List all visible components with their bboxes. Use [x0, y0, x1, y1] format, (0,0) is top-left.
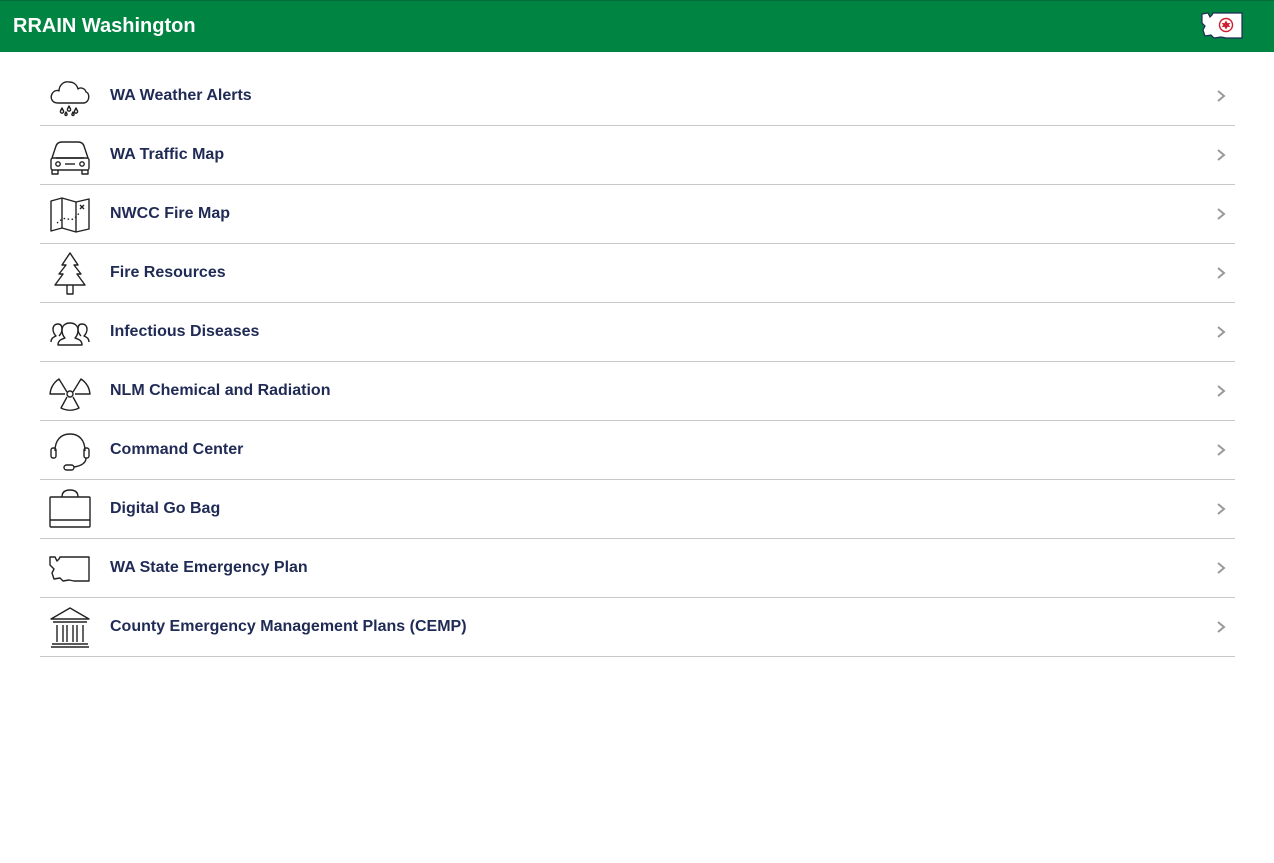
radiation-icon: [48, 370, 92, 414]
menu-item-wa-traffic-map[interactable]: WA Traffic Map: [40, 126, 1235, 185]
chevron-right-icon: [1217, 621, 1226, 633]
menu-item-label: Fire Resources: [110, 264, 226, 281]
app-title: RRAIN Washington: [13, 15, 196, 37]
chevron-right-icon: [1217, 562, 1226, 574]
resource-menu: WA Weather Alerts WA Traffic Map NWCC Fi…: [40, 67, 1235, 657]
menu-item-label: County Emergency Management Plans (CEMP): [110, 618, 467, 635]
menu-item-label: WA State Emergency Plan: [110, 559, 308, 576]
menu-item-command-center[interactable]: Command Center: [40, 421, 1235, 480]
car-icon: [48, 134, 92, 178]
menu-item-label: NLM Chemical and Radiation: [110, 382, 331, 399]
pine-tree-icon: [48, 252, 92, 296]
chevron-right-icon: [1217, 385, 1226, 397]
menu-item-wa-state-emergency-plan[interactable]: WA State Emergency Plan: [40, 539, 1235, 598]
menu-item-wa-weather-alerts[interactable]: WA Weather Alerts: [40, 67, 1235, 126]
chevron-right-icon: [1217, 503, 1226, 515]
menu-item-fire-resources[interactable]: Fire Resources: [40, 244, 1235, 303]
app-header: RRAIN Washington: [0, 0, 1274, 52]
menu-item-label: NWCC Fire Map: [110, 205, 230, 222]
menu-item-nwcc-fire-map[interactable]: NWCC Fire Map: [40, 185, 1235, 244]
people-group-icon: [48, 311, 92, 355]
washington-state-outline-icon: [48, 547, 92, 591]
menu-item-label: WA Weather Alerts: [110, 87, 252, 104]
menu-item-nlm-chemical-and-radiation[interactable]: NLM Chemical and Radiation: [40, 362, 1235, 421]
headset-icon: [48, 429, 92, 473]
washington-state-logo-icon[interactable]: [1199, 10, 1245, 42]
chevron-right-icon: [1217, 444, 1226, 456]
chevron-right-icon: [1217, 326, 1226, 338]
government-building-icon: [48, 606, 92, 650]
menu-item-label: Infectious Diseases: [110, 323, 260, 340]
menu-item-label: Digital Go Bag: [110, 500, 221, 517]
rain-cloud-icon: [48, 75, 92, 119]
chevron-right-icon: [1217, 267, 1226, 279]
menu-item-infectious-diseases[interactable]: Infectious Diseases: [40, 303, 1235, 362]
chevron-right-icon: [1217, 90, 1226, 102]
chevron-right-icon: [1217, 149, 1226, 161]
chevron-right-icon: [1217, 208, 1226, 220]
bag-icon: [48, 488, 92, 532]
folded-map-icon: [48, 193, 92, 237]
menu-item-label: WA Traffic Map: [110, 146, 225, 163]
menu-item-label: Command Center: [110, 441, 244, 458]
menu-item-digital-go-bag[interactable]: Digital Go Bag: [40, 480, 1235, 539]
menu-item-county-emergency-management-plans[interactable]: County Emergency Management Plans (CEMP): [40, 598, 1235, 657]
